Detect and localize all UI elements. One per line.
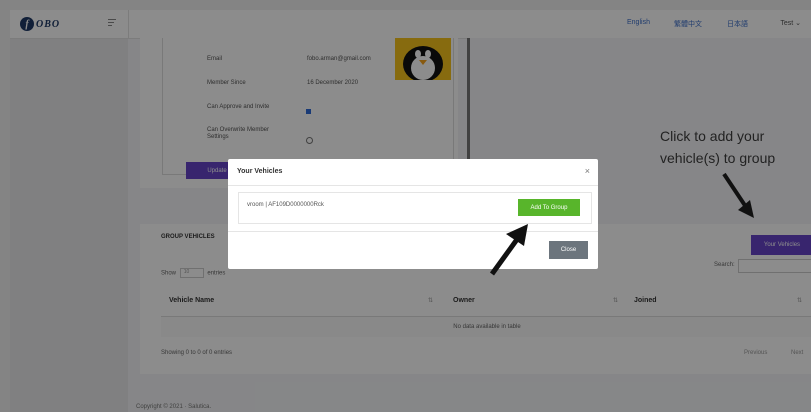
close-button[interactable]: Close bbox=[549, 241, 588, 259]
modal-title: Your Vehicles bbox=[237, 168, 283, 175]
vehicle-label: vroom | AF109D0000000Rck bbox=[247, 202, 324, 208]
arrow-up-right-icon bbox=[489, 224, 528, 276]
annotation-line-2: vehicle(s) to group bbox=[660, 150, 776, 166]
modal-header: Your Vehicles × bbox=[228, 159, 598, 186]
arrow-down-right-icon bbox=[722, 172, 754, 218]
vehicle-row: vroom | AF109D0000000Rck Add To Group bbox=[238, 192, 592, 224]
your-vehicles-modal: Your Vehicles × vroom | AF109D0000000Rck… bbox=[228, 159, 598, 269]
annotation-line-1: Click to add your bbox=[660, 128, 765, 144]
close-icon[interactable]: × bbox=[585, 166, 590, 176]
modal-divider bbox=[228, 231, 598, 232]
annotation-text: Click to add your vehicle(s) to group bbox=[660, 125, 775, 169]
add-to-group-button[interactable]: Add To Group bbox=[518, 199, 580, 216]
